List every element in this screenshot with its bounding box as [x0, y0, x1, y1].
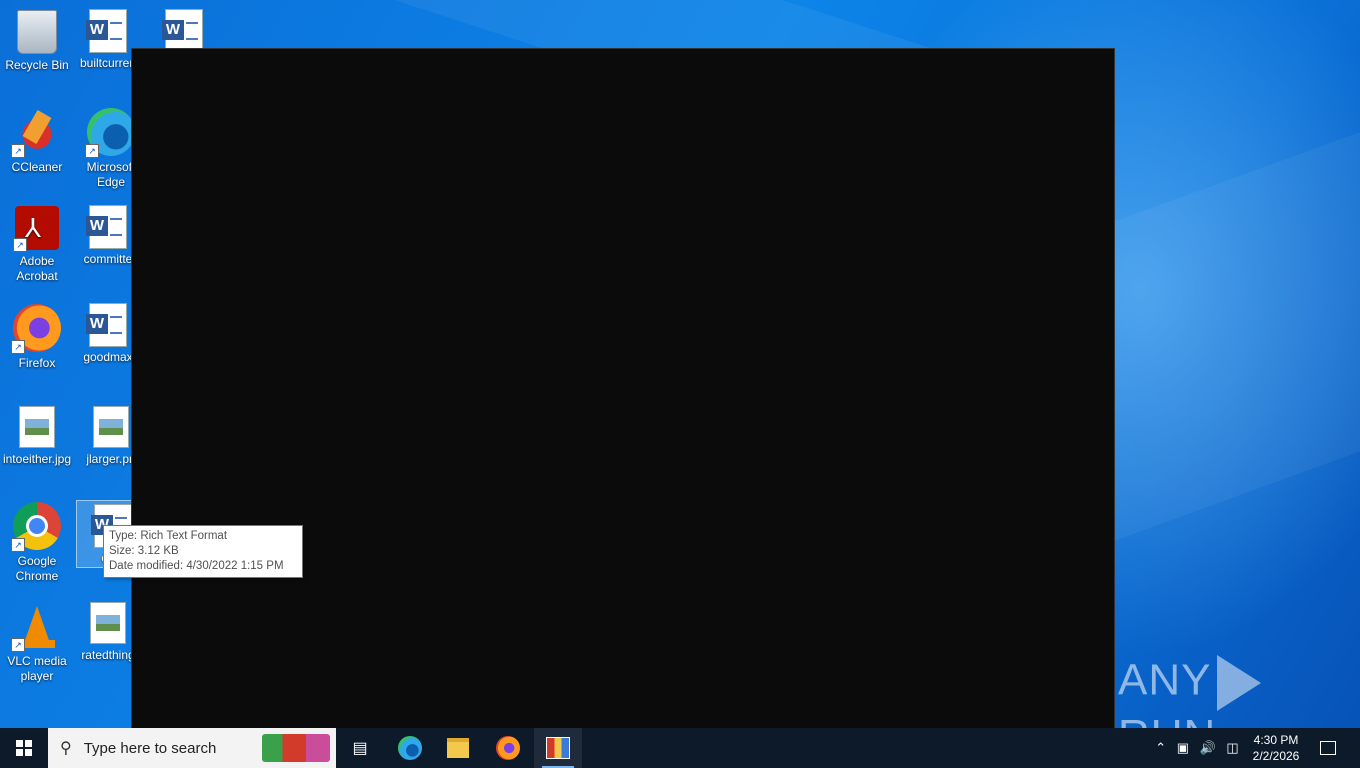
chevron-up-icon[interactable]: ⌃	[1155, 740, 1166, 756]
recycle-bin-icon[interactable]: Recycle Bin	[1, 6, 73, 73]
edge-icon	[398, 736, 422, 760]
start-button[interactable]	[0, 728, 48, 768]
firefox-label: Firefox	[18, 356, 56, 370]
tooltip-type: Type: Rich Text Format	[109, 530, 228, 542]
vlc-media-player-label: VLC media player	[7, 654, 67, 683]
file-explorer-button[interactable]	[434, 728, 482, 768]
meet-icon[interactable]: ▣	[1177, 740, 1189, 756]
black-app-window[interactable]	[131, 48, 1115, 728]
adobe-acrobat-icon[interactable]: ⅄ ↗ Adobe Acrobat	[1, 202, 73, 284]
intoeither-jpg-icon[interactable]: intoeither.jpg	[1, 402, 73, 467]
taskbar: ⚲ Type here to search ▤ ⌃ ▣ 🔊 ◫ 4:30 PM …	[0, 728, 1360, 768]
clock[interactable]: 4:30 PM 2/2/2026	[1244, 728, 1308, 768]
search-highlight-icon	[262, 734, 330, 762]
google-chrome-icon[interactable]: ↗ Google Chrome	[1, 498, 73, 584]
task-view-button[interactable]: ▤	[336, 728, 384, 768]
anyrun-watermark: ANY RUN	[1118, 655, 1360, 728]
vlc-media-player-icon[interactable]: ↗ VLC media player	[1, 598, 73, 684]
tooltip-size: Size: 3.12 KB	[109, 545, 179, 557]
firefox-icon	[496, 736, 520, 760]
notification-button[interactable]	[1308, 728, 1348, 768]
ccleaner-label: CCleaner	[11, 160, 63, 174]
app-icon	[546, 737, 570, 759]
firefox-icon[interactable]: ↗ Firefox	[1, 300, 73, 371]
search-placeholder: Type here to search	[83, 739, 217, 757]
recycle-bin-label: Recycle Bin	[5, 58, 69, 72]
intoeither-jpg-label: intoeither.jpg	[2, 452, 72, 466]
search-box[interactable]: ⚲ Type here to search	[48, 728, 336, 768]
edge-taskbar-button[interactable]	[386, 728, 434, 768]
play-icon	[1217, 655, 1262, 711]
ccleaner-icon[interactable]: ↗ CCleaner	[1, 104, 73, 175]
watermark-right: RUN	[1118, 711, 1216, 728]
adobe-acrobat-label: Adobe Acrobat	[16, 254, 58, 283]
clock-date: 2/2/2026	[1252, 749, 1300, 763]
task-view-icon: ▤	[352, 740, 368, 757]
search-icon: ⚲	[60, 740, 72, 757]
tooltip-modified: Date modified: 4/30/2022 1:15 PM	[109, 560, 284, 572]
active-app-button[interactable]	[534, 728, 582, 768]
clock-time: 4:30 PM	[1253, 733, 1299, 747]
file-tooltip: Type: Rich Text Format Size: 3.12 KB Dat…	[103, 525, 303, 578]
watermark-left: ANY	[1118, 655, 1212, 705]
volume-icon[interactable]: 🔊	[1200, 740, 1216, 756]
firefox-taskbar-button[interactable]	[484, 728, 532, 768]
file-explorer-icon	[447, 738, 469, 758]
google-chrome-label: Google Chrome	[15, 554, 59, 583]
desktop[interactable]: Recycle Bin ↗ CCleaner ⅄ ↗ Adobe Acrobat…	[0, 0, 1360, 728]
windows-icon	[16, 740, 32, 756]
network-icon[interactable]: ◫	[1226, 740, 1238, 756]
notification-icon	[1320, 741, 1336, 755]
